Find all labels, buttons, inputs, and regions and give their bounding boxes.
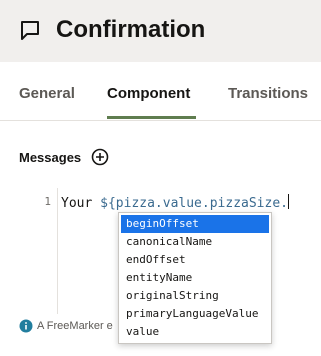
code-line[interactable]: Your ${pizza.value.pizzaSize. <box>61 194 289 212</box>
autocomplete-item[interactable]: beginOffset <box>121 215 269 233</box>
line-number: 1 <box>44 195 51 208</box>
add-circle-icon[interactable] <box>91 148 109 166</box>
autocomplete-item[interactable]: canonicalName <box>121 233 269 251</box>
autocomplete-item[interactable]: originalString <box>121 287 269 305</box>
autocomplete-item[interactable]: entityName <box>121 269 269 287</box>
tab-transitions[interactable]: Transitions <box>228 84 308 104</box>
page-header: Confirmation <box>0 0 321 62</box>
page-title: Confirmation <box>56 16 206 43</box>
info-icon <box>19 319 33 333</box>
autocomplete-popup: beginOffset canonicalName endOffset enti… <box>118 212 272 344</box>
chat-bubble-icon <box>21 21 39 40</box>
autocomplete-item[interactable]: primaryLanguageValue <box>121 305 269 323</box>
info-text: A FreeMarker e <box>37 320 113 332</box>
code-prefix: Your <box>61 196 101 211</box>
tab-general[interactable]: General <box>19 84 75 104</box>
active-tab-indicator <box>107 116 196 119</box>
code-expression: ${pizza.value.pizzaSize. <box>100 196 288 211</box>
editor-gutter: 1 <box>19 188 58 314</box>
text-cursor <box>287 194 289 209</box>
messages-label: Messages <box>19 150 82 165</box>
tab-component[interactable]: Component <box>107 84 190 104</box>
autocomplete-item[interactable]: value <box>121 323 269 341</box>
tab-bar: General Component Transitions <box>0 62 321 121</box>
autocomplete-item[interactable]: endOffset <box>121 251 269 269</box>
